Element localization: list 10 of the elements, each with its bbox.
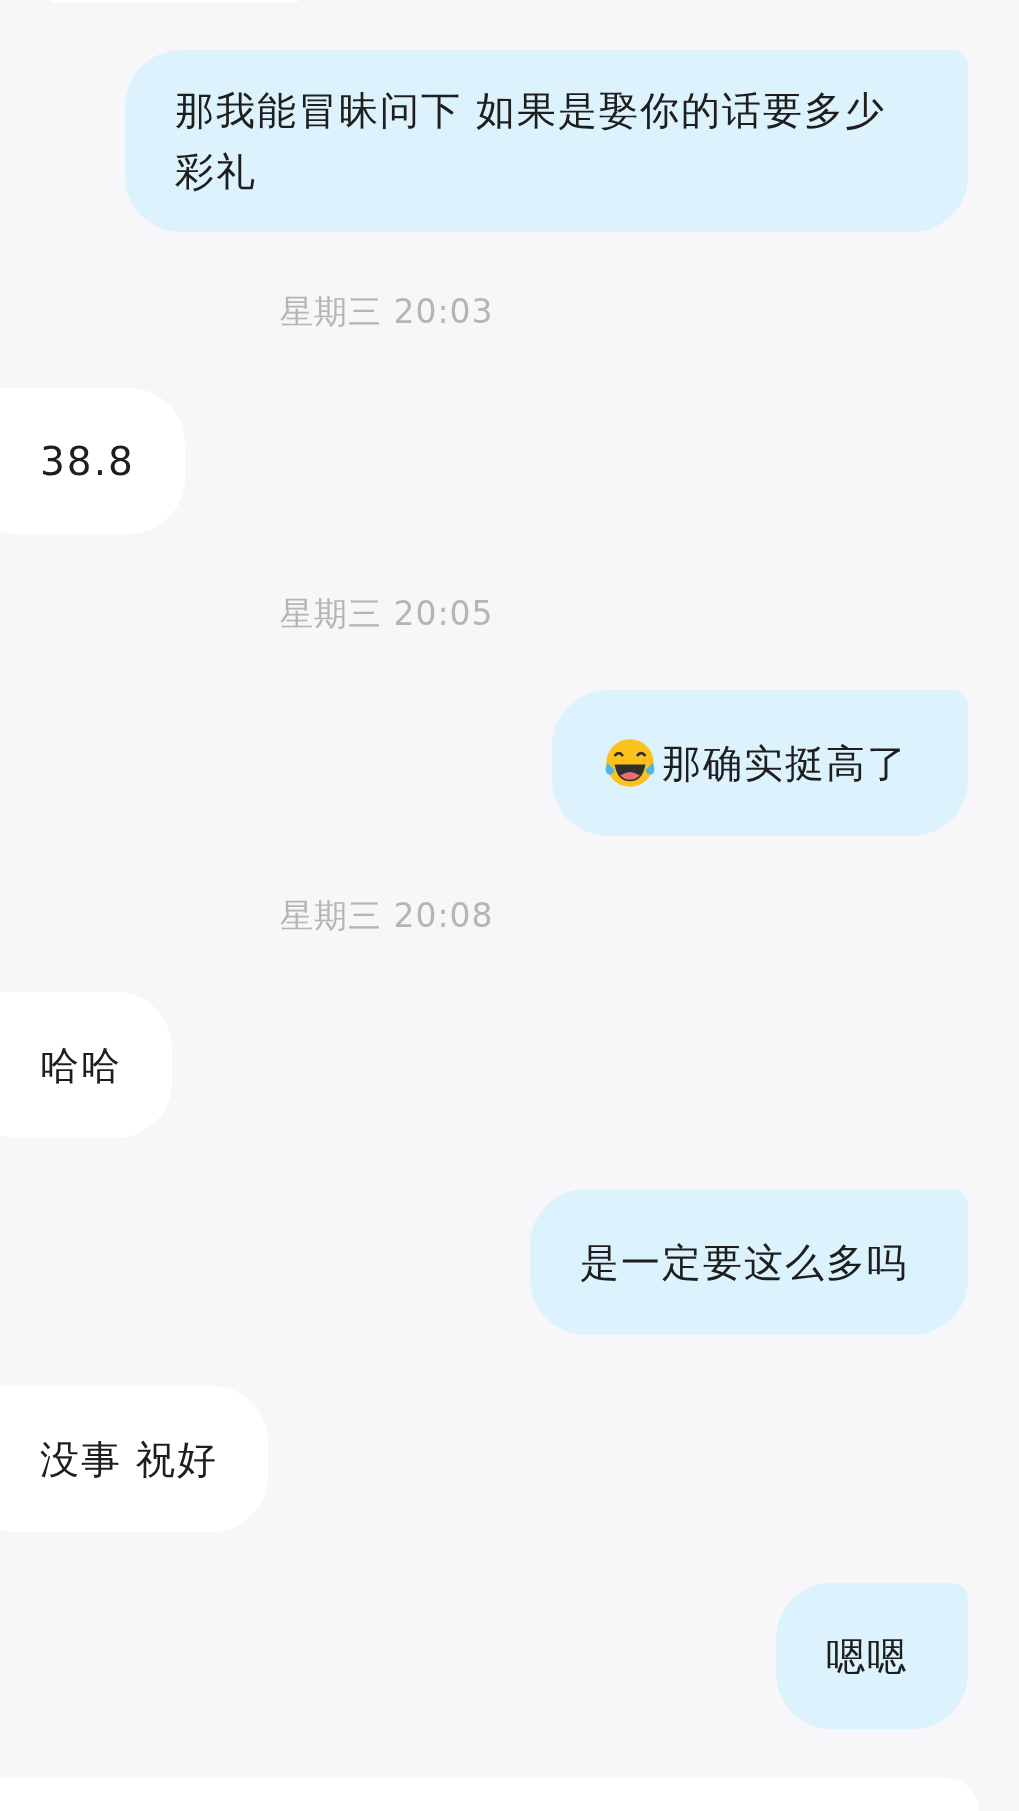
message-text: 没事 祝好: [40, 1435, 219, 1484]
message-text: 那我能冒昧问下 如果是娶你的话要多少彩礼: [175, 87, 888, 196]
message-text: 哈哈: [40, 1041, 122, 1090]
timestamp: 星期三 20:03: [280, 292, 494, 331]
message-text: 那确实挺高了: [662, 739, 908, 788]
message-text: 38.8: [40, 437, 135, 486]
message-text: 嗯嗯: [826, 1632, 908, 1681]
timestamp: 星期三 20:05: [280, 594, 494, 633]
timestamp: 星期三 20:08: [280, 896, 494, 935]
message-text: 是一定要这么多吗: [580, 1238, 908, 1287]
